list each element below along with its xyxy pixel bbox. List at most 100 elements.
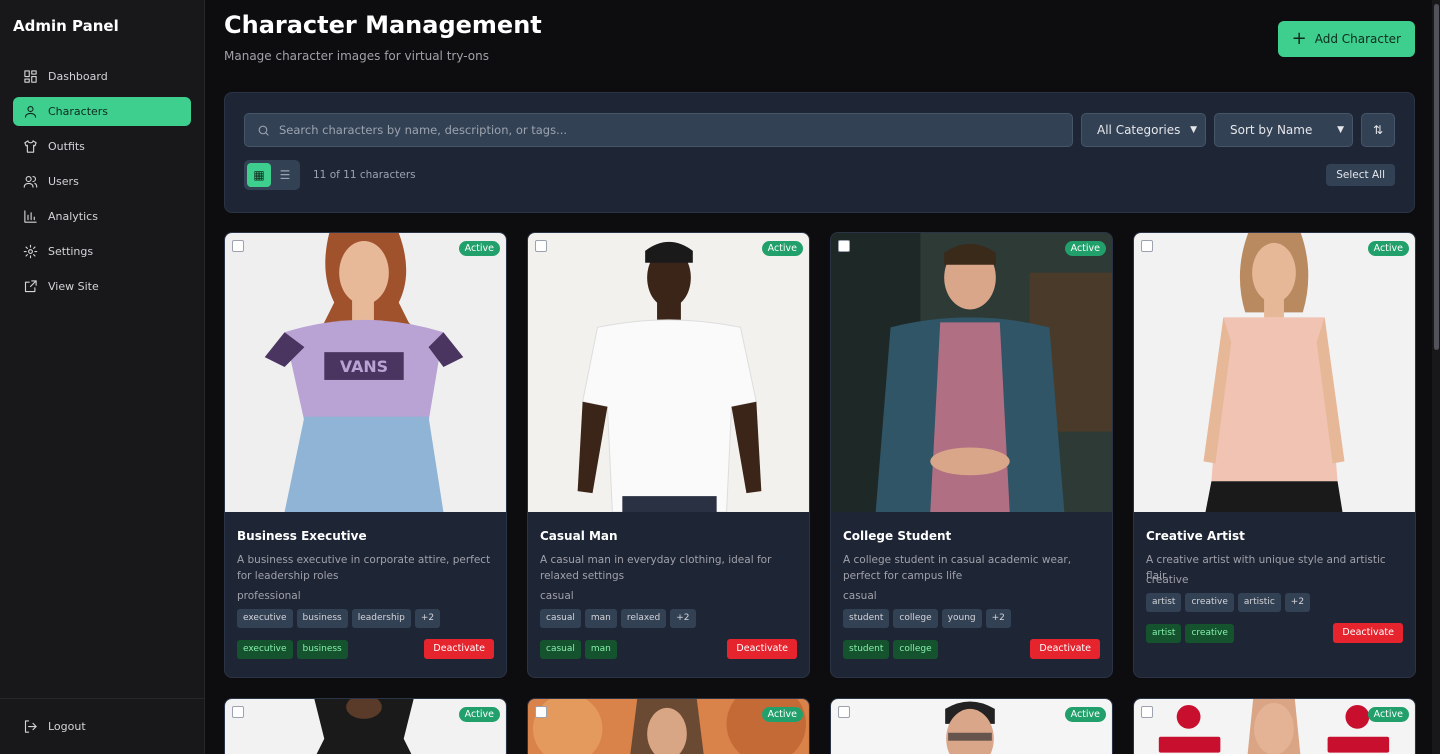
search-icon	[258, 125, 269, 136]
highlight-tag: creative	[1185, 623, 1234, 643]
status-badge: Active	[761, 707, 803, 722]
character-photo: VANS	[225, 233, 506, 512]
tag-more: +2	[670, 609, 696, 628]
select-checkbox[interactable]	[232, 706, 244, 718]
sidebar-item-label: Settings	[48, 245, 94, 258]
select-checkbox[interactable]	[838, 240, 850, 252]
sidebar-item-analytics[interactable]: Analytics	[13, 202, 191, 231]
page-title: Character Management	[224, 11, 542, 39]
select-checkbox[interactable]	[232, 240, 244, 252]
list-view-button[interactable]: ☰	[273, 163, 297, 187]
search-input[interactable]: Search characters by name, description, …	[244, 113, 1073, 147]
character-category: casual	[843, 590, 877, 602]
highlight-tag: student	[843, 639, 890, 659]
sidebar-item-view-site[interactable]: View Site	[13, 272, 191, 301]
deactivate-button[interactable]: Deactivate	[727, 639, 797, 659]
sidebar-item-dashboard[interactable]: Dashboard	[13, 62, 191, 91]
sidebar-item-label: Outfits	[48, 140, 85, 153]
character-name: College Student	[843, 529, 952, 543]
search-placeholder: Search characters by name, description, …	[279, 123, 568, 137]
grid-view-button[interactable]: ▦	[247, 163, 271, 187]
tag-more: +2	[985, 609, 1011, 628]
character-image: Active	[528, 233, 809, 514]
plus-icon: +	[1291, 28, 1307, 49]
tag: relaxed	[620, 609, 667, 628]
select-checkbox[interactable]	[838, 706, 850, 718]
character-category: creative	[1146, 574, 1189, 586]
scrollbar-thumb[interactable]	[1434, 4, 1439, 350]
sidebar-item-label: Characters	[48, 105, 109, 118]
logout-label: Logout	[48, 720, 86, 733]
character-description: A creative artist with unique style and …	[1146, 554, 1386, 582]
highlight-tag: college	[893, 639, 938, 659]
character-description: A business executive in corporate attire…	[237, 554, 491, 582]
category-select[interactable]: All Categories ▼	[1081, 113, 1206, 147]
character-image: Active	[225, 699, 506, 754]
select-all-button[interactable]: Select All	[1326, 164, 1395, 186]
sidebar: Admin Panel Dashboard Characters Outfits…	[0, 0, 205, 754]
character-card: Active	[224, 698, 507, 754]
character-name: Casual Man	[540, 529, 618, 543]
status-badge: Active	[1367, 707, 1409, 722]
character-image: Active	[831, 699, 1112, 754]
sidebar-item-users[interactable]: Users	[13, 167, 191, 196]
gear-icon	[22, 244, 38, 260]
character-description: A casual man in everyday clothing, ideal…	[540, 554, 772, 582]
sidebar-item-label: View Site	[48, 280, 99, 293]
sort-select[interactable]: Sort by Name ▼	[1214, 113, 1353, 147]
svg-text:VANS: VANS	[340, 357, 388, 376]
tag: business	[296, 609, 348, 628]
sidebar-item-characters[interactable]: Characters	[13, 97, 191, 126]
character-photo	[831, 233, 1112, 512]
character-name: Business Executive	[237, 529, 367, 543]
tag: executive	[237, 609, 293, 628]
users-icon	[22, 174, 38, 190]
shirt-icon	[22, 139, 38, 155]
user-icon	[22, 104, 38, 120]
status-badge: Active	[761, 241, 803, 256]
character-photo	[528, 233, 809, 512]
tag: artist	[1146, 593, 1182, 612]
tag-list: student college young +2	[843, 609, 1100, 628]
character-image: VANS Active	[225, 233, 506, 514]
chevron-down-icon: ▼	[1337, 125, 1344, 135]
chevron-down-icon: ▼	[1190, 125, 1197, 135]
sort-direction-button[interactable]: ⇅	[1361, 113, 1395, 147]
sidebar-item-label: Users	[48, 175, 79, 188]
filter-panel: Search characters by name, description, …	[224, 92, 1415, 213]
tag: student	[843, 609, 890, 628]
select-checkbox[interactable]	[1141, 706, 1153, 718]
sidebar-item-outfits[interactable]: Outfits	[13, 132, 191, 161]
deactivate-button[interactable]: Deactivate	[424, 639, 494, 659]
page-header: Character Management Manage character im…	[224, 0, 1415, 92]
character-image: Active	[528, 699, 809, 754]
tag: artistic	[1237, 593, 1281, 612]
tag: casual	[540, 609, 581, 628]
character-grid: VANS Active Business Executive A busines…	[224, 232, 1416, 754]
highlight-tag: casual	[540, 639, 581, 659]
deactivate-button[interactable]: Deactivate	[1333, 623, 1403, 643]
add-character-button[interactable]: + Add Character	[1277, 21, 1415, 57]
sort-select-value: Sort by Name	[1230, 123, 1313, 137]
grid-icon	[22, 69, 38, 85]
logout-button[interactable]: Logout	[13, 712, 191, 741]
character-image: Active	[831, 233, 1112, 514]
highlight-tag: business	[296, 639, 348, 659]
tag-list: executive business leadership +2	[237, 609, 494, 628]
deactivate-button[interactable]: Deactivate	[1030, 639, 1100, 659]
character-card: Active Casual Man A casual man in everyd…	[527, 232, 810, 678]
character-card: Active Creative Artist A creative artist…	[1133, 232, 1416, 678]
select-checkbox[interactable]	[1141, 240, 1153, 252]
tag-list: casual man relaxed +2	[540, 609, 797, 628]
highlight-tag: artist	[1146, 623, 1182, 643]
select-checkbox[interactable]	[535, 240, 547, 252]
sidebar-item-settings[interactable]: Settings	[13, 237, 191, 266]
status-badge: Active	[1064, 241, 1106, 256]
status-badge: Active	[1367, 241, 1409, 256]
scrollbar[interactable]	[1432, 0, 1440, 754]
select-checkbox[interactable]	[535, 706, 547, 718]
logout-icon	[22, 719, 38, 735]
character-category: professional	[237, 590, 301, 602]
sidebar-item-label: Analytics	[48, 210, 98, 223]
character-card: VANS Active Business Executive A busines…	[224, 232, 507, 678]
